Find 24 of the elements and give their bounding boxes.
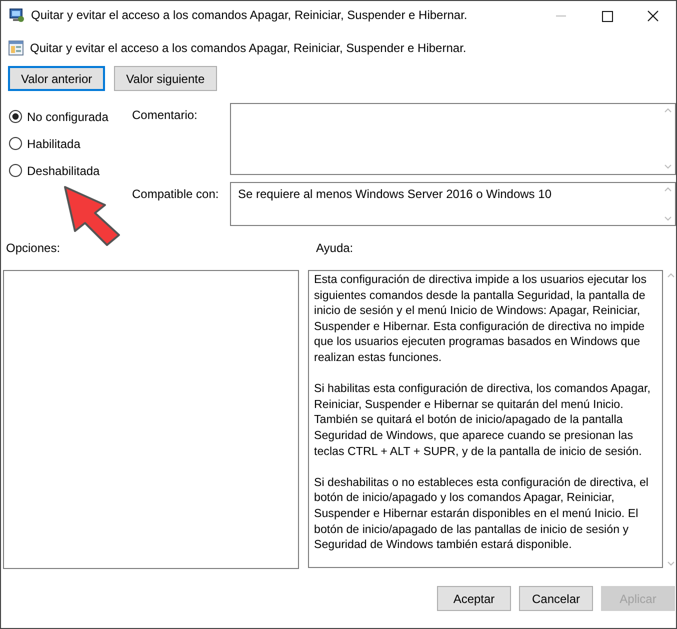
dialog-button[interactable]: Cancelar — [519, 586, 593, 611]
policy-icon — [8, 40, 24, 56]
radio-button[interactable] — [9, 164, 22, 177]
comment-label: Comentario: — [132, 107, 198, 124]
annotation-arrow — [61, 183, 123, 249]
radio-label[interactable]: Deshabilitada — [27, 164, 100, 178]
help-label: Ayuda: — [316, 241, 354, 257]
compatible-value: Se requiere al menos Windows Server 2016 o Windows 10 — [238, 186, 552, 203]
options-label: Opciones: — [5, 241, 62, 257]
window-title: Quitar y evitar el acceso a los comandos Apagar, Reiniciar, Suspender e Hibernar. — [31, 8, 468, 22]
nav-button[interactable]: Valor siguiente — [114, 66, 217, 91]
nav-button[interactable]: Valor anterior — [8, 66, 106, 91]
comment-field[interactable] — [230, 103, 676, 175]
app-icon — [9, 7, 25, 23]
policy-title: Quitar y evitar el acceso a los comandos Apagar, Reiniciar, Suspender e Hibernar. — [30, 41, 466, 55]
help-paragraph: Esta configuración de directiva impide a los usuarios ejecutar los siguientes comandos desde la pantalla Seguridad, la pantalla de inicio de sesión y el menú Inicio de Windows: Apagar, Reiniciar, Suspender e Hibernar. Esta configuración de directiva no impide que los usuarios ejecuten programas basados en Windows que realizan estas funciones. — [314, 272, 648, 366]
help-paragraph: Si deshabilitas o no estableces esta configuración de directiva, el botón de inicio/apagado y los comandos Apagar, Reiniciar, Suspender e Hibernar estarán disponibles en el menú Inicio. El botón de inicio/apagado de las pantallas de inicio de sesión y Seguridad de Windows también estará disponible. — [314, 474, 650, 553]
radio-button[interactable] — [9, 110, 22, 123]
radio-label[interactable]: Habilitada — [27, 136, 80, 150]
help-paragraph: Si habilitas esta configuración de directiva, los comandos Apagar, Reiniciar, Suspender e Hibernar se quitarán del menú Inicio. También se quitará el botón de inicio/apagado de la pantalla Seguridad de Windows, que aparece cuando se presionan las teclas CTRL + ALT + SUPR, y de la pantalla de inicio de sesión. — [314, 381, 652, 460]
dialog-button[interactable]: Aceptar — [437, 586, 511, 611]
compatible-label: Compatible con: — [132, 186, 220, 203]
radio-button[interactable] — [9, 137, 22, 150]
radio-label[interactable]: No configurada — [27, 110, 108, 124]
